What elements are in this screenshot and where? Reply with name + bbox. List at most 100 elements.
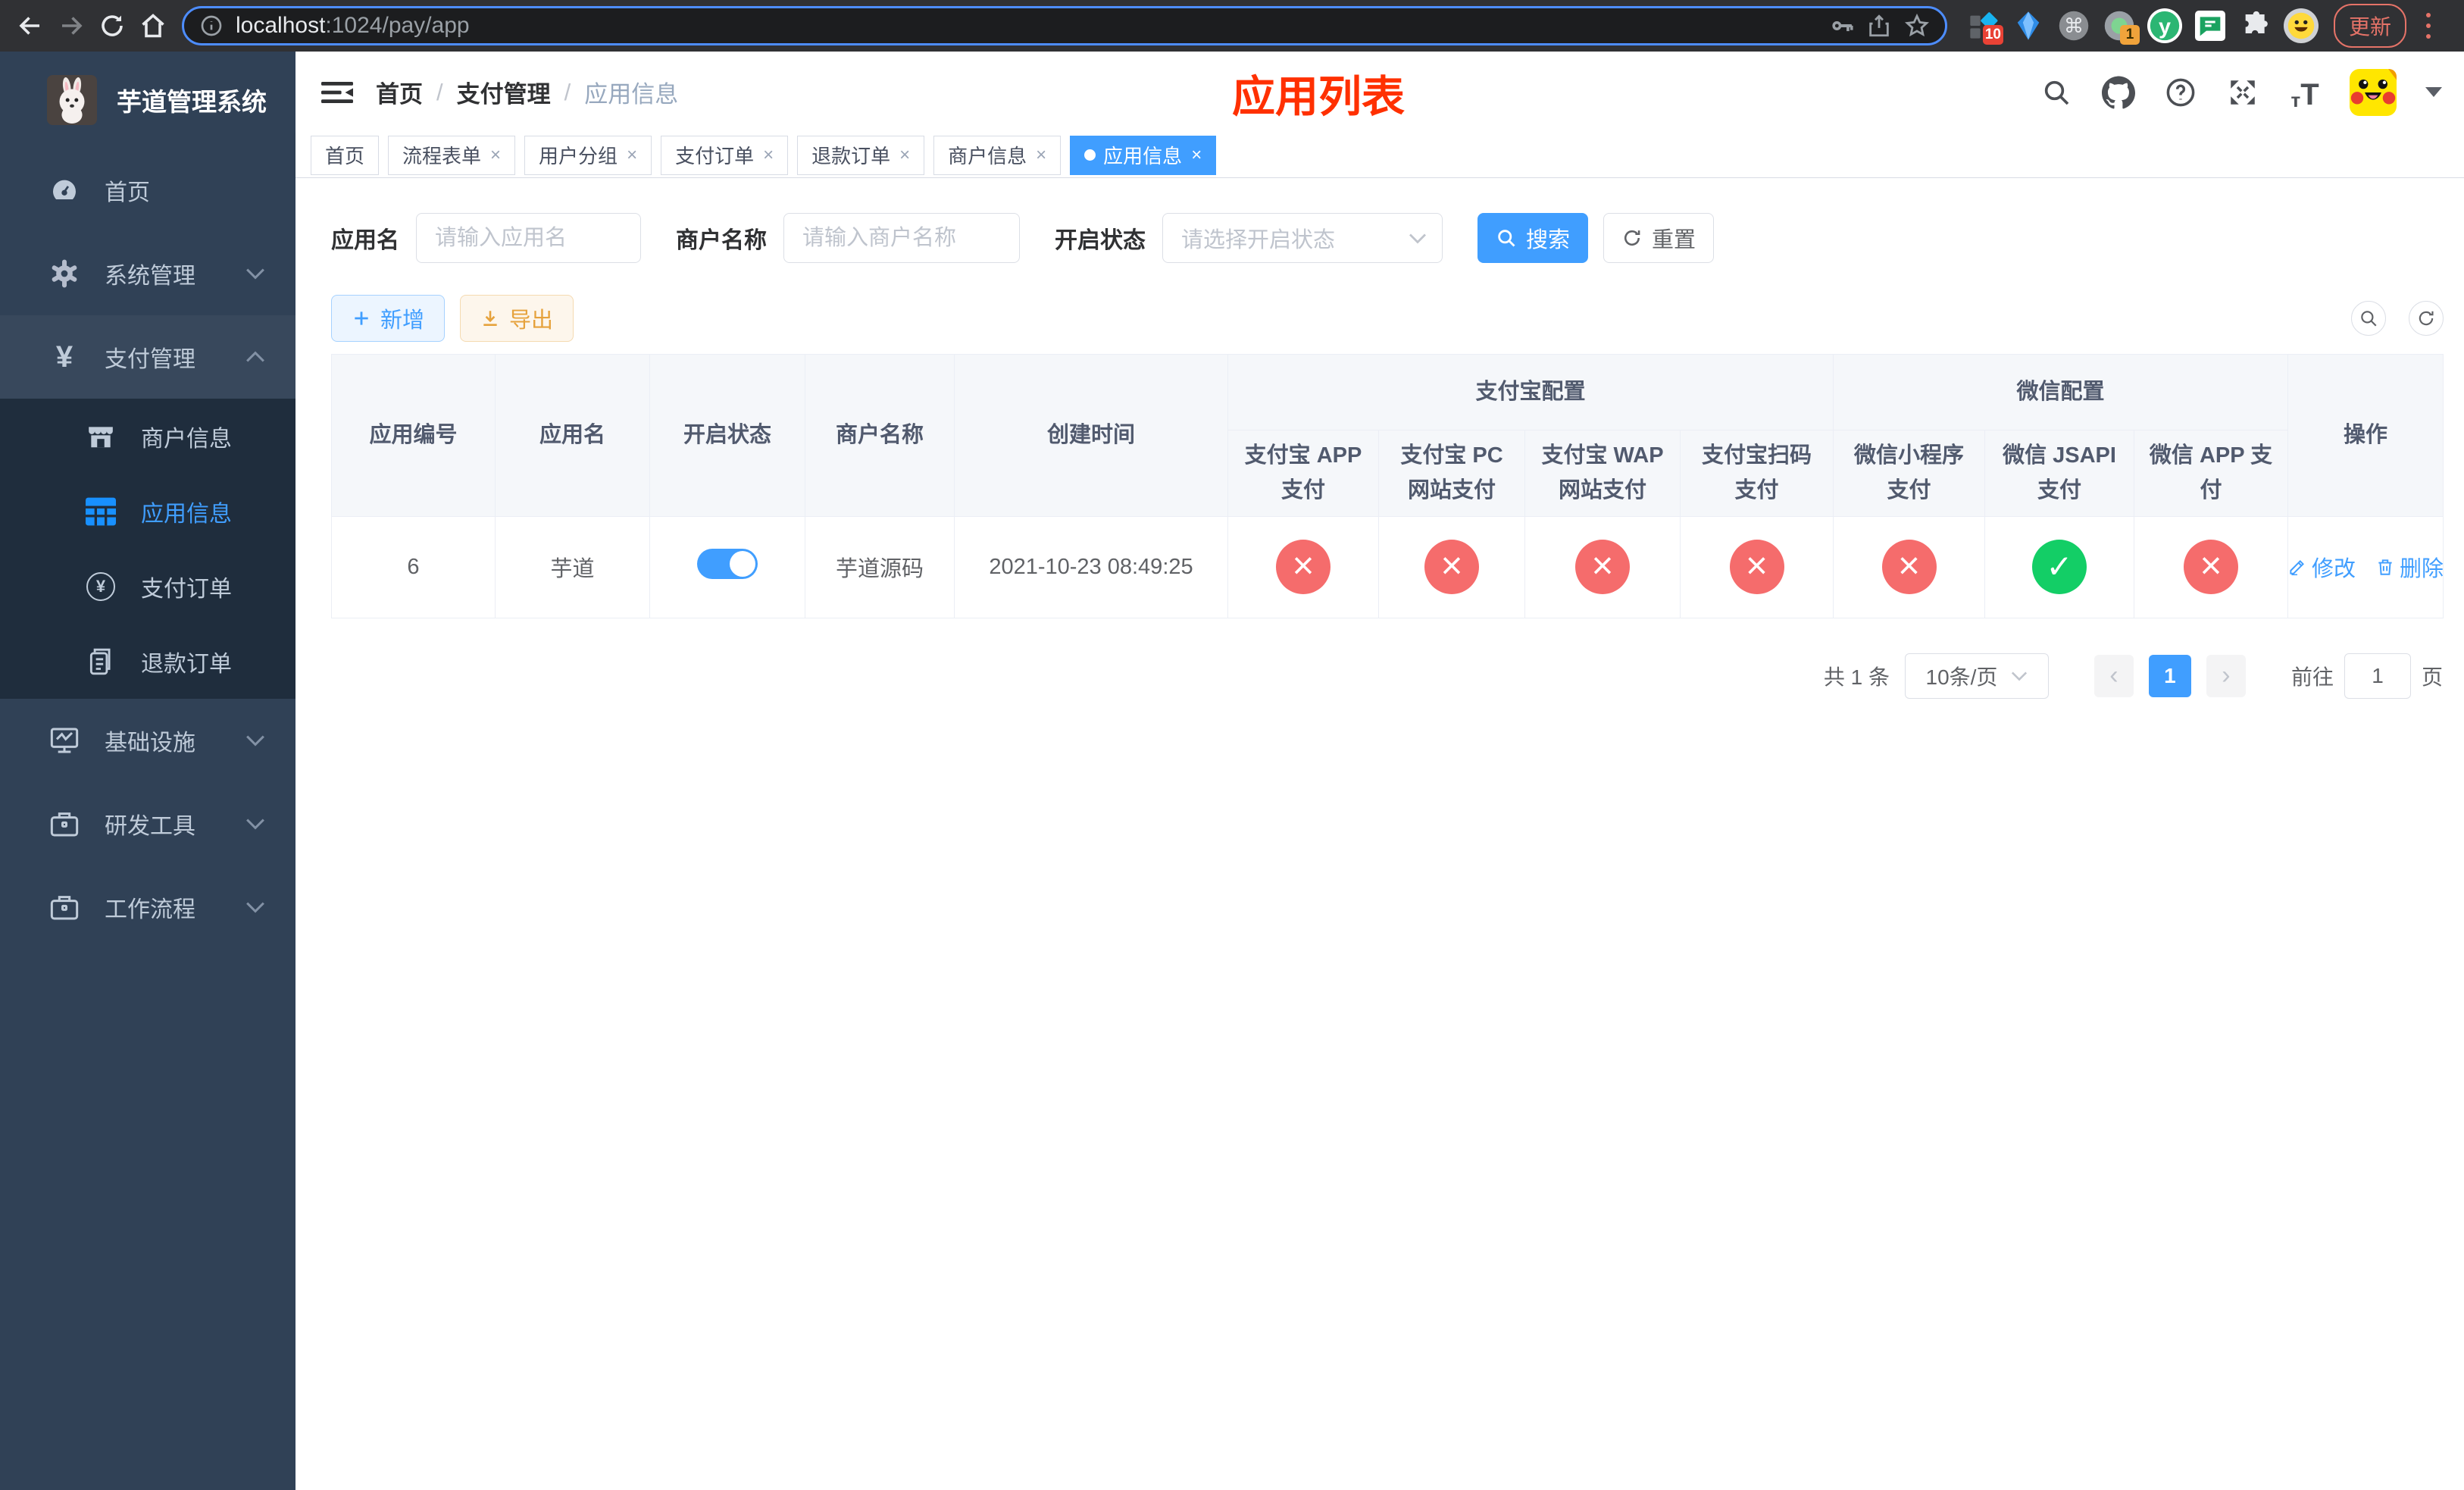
page-number-1[interactable]: 1 bbox=[2148, 654, 2191, 697]
back-icon[interactable] bbox=[12, 8, 48, 44]
reset-button[interactable]: 重置 bbox=[1603, 213, 1714, 263]
plus-icon bbox=[355, 311, 368, 325]
reload-icon[interactable] bbox=[94, 8, 130, 44]
col-group-alipay: 支付宝配置 bbox=[1227, 354, 1834, 430]
yen-circle-icon: ¥ bbox=[85, 571, 117, 601]
close-icon[interactable]: × bbox=[1191, 145, 1202, 166]
sidebar-item-pay-order[interactable]: ¥ 支付订单 bbox=[0, 549, 295, 624]
share-icon[interactable] bbox=[1866, 13, 1892, 39]
breadcrumb-separator: / bbox=[564, 78, 571, 105]
sidebar-item-label: 系统管理 bbox=[105, 264, 195, 289]
extension-gem-icon[interactable] bbox=[2011, 8, 2046, 43]
refresh-table-button[interactable] bbox=[2409, 301, 2444, 336]
chevron-down-icon bbox=[245, 901, 265, 913]
forward-icon[interactable] bbox=[53, 8, 89, 44]
extension-green-dot-icon[interactable]: 1 bbox=[2102, 8, 2140, 45]
extensions-puzzle-icon[interactable] bbox=[2238, 8, 2273, 43]
breadcrumb: 首页 / 支付管理 / 应用信息 bbox=[376, 75, 678, 109]
export-button[interactable]: 导出 bbox=[460, 295, 574, 342]
goto-page-input[interactable] bbox=[2344, 653, 2411, 699]
app-table: 应用编号 应用名 开启状态 商户名称 创建时间 支付宝配置 微信配置 操作 支付… bbox=[331, 354, 2444, 618]
col-wx-app: 微信 APP 支付 bbox=[2134, 430, 2289, 517]
key-icon[interactable] bbox=[1828, 13, 1854, 39]
prev-page-button[interactable]: ‹ bbox=[2093, 654, 2134, 697]
status-select[interactable]: 请选择开启状态 bbox=[1162, 213, 1443, 263]
sidebar-item-merchant-info[interactable]: 商户信息 bbox=[0, 399, 295, 474]
tab-merchant-info[interactable]: 商户信息 × bbox=[933, 135, 1062, 175]
tabs-bar: 首页 流程表单 × 用户分组 × 支付订单 × 退款订单 × 商户信息 × 应用信息 × bbox=[295, 133, 2464, 178]
tab-home[interactable]: 首页 bbox=[311, 135, 380, 175]
sidebar-item-home[interactable]: 首页 bbox=[0, 149, 295, 232]
caret-down-icon[interactable] bbox=[2425, 87, 2443, 97]
close-icon[interactable]: × bbox=[490, 145, 501, 166]
edit-link[interactable]: 修改 bbox=[2287, 551, 2356, 583]
total-count: 共 1 条 bbox=[1823, 665, 1890, 689]
font-size-icon[interactable]: тT bbox=[2287, 75, 2322, 110]
browser-update-button[interactable]: 更新 bbox=[2334, 4, 2407, 48]
document-icon bbox=[85, 647, 117, 676]
delete-link[interactable]: 删除 bbox=[2375, 551, 2444, 583]
tab-refund-order[interactable]: 退款订单 × bbox=[797, 135, 925, 175]
star-icon[interactable] bbox=[1904, 13, 1930, 39]
col-app-name: 应用名 bbox=[495, 354, 650, 517]
sidebar-collapse-icon[interactable] bbox=[318, 74, 356, 111]
page-size-select[interactable]: 10条/页 bbox=[1904, 653, 2049, 699]
url-text[interactable]: localhost:1024/pay/app bbox=[236, 13, 470, 39]
info-icon[interactable] bbox=[199, 14, 224, 38]
alipay-wap-status-icon bbox=[1575, 540, 1630, 595]
close-icon[interactable]: × bbox=[627, 145, 637, 166]
status-toggle[interactable] bbox=[697, 549, 758, 580]
extension-y-logo-icon[interactable]: y bbox=[2147, 8, 2182, 43]
user-avatar[interactable] bbox=[2350, 68, 2397, 116]
sidebar-logo: 芋道管理系统 bbox=[0, 52, 295, 149]
sidebar-item-infrastructure[interactable]: 基础设施 bbox=[0, 699, 295, 782]
tab-pay-order[interactable]: 支付订单 × bbox=[661, 135, 789, 175]
tab-process-form[interactable]: 流程表单 × bbox=[388, 135, 516, 175]
fullscreen-icon[interactable] bbox=[2225, 75, 2260, 110]
add-button[interactable]: 新增 bbox=[331, 295, 446, 342]
sidebar-item-app-info[interactable]: 应用信息 bbox=[0, 474, 295, 549]
search-icon[interactable] bbox=[2039, 75, 2074, 110]
sidebar-item-payment[interactable]: ¥ 支付管理 bbox=[0, 315, 295, 399]
address-bar[interactable]: localhost:1024/pay/app bbox=[182, 6, 1947, 45]
extension-chat-icon[interactable] bbox=[2193, 8, 2228, 43]
merchant-name-label: 商户名称 bbox=[676, 228, 767, 253]
close-icon[interactable]: × bbox=[899, 145, 910, 166]
sidebar-item-label: 基础设施 bbox=[105, 731, 195, 756]
help-icon[interactable] bbox=[2163, 75, 2198, 110]
briefcase-icon bbox=[48, 892, 80, 922]
edit-icon bbox=[2290, 560, 2304, 576]
chevron-down-icon bbox=[2012, 671, 2028, 681]
col-alipay-pc: 支付宝 PC 网站支付 bbox=[1378, 430, 1525, 517]
toggle-search-button[interactable] bbox=[2351, 301, 2387, 336]
col-app-id: 应用编号 bbox=[331, 354, 496, 517]
breadcrumb-payment[interactable]: 支付管理 bbox=[457, 75, 551, 109]
close-icon[interactable]: × bbox=[763, 145, 774, 166]
merchant-name-input[interactable] bbox=[783, 213, 1020, 263]
sidebar-item-dev-tools[interactable]: 研发工具 bbox=[0, 782, 295, 866]
close-icon[interactable]: × bbox=[1036, 145, 1046, 166]
sidebar-item-system[interactable]: 系统管理 bbox=[0, 232, 295, 315]
refresh-icon bbox=[2419, 311, 2434, 326]
col-created: 创建时间 bbox=[954, 354, 1228, 517]
extension-badge: 1 bbox=[2120, 25, 2140, 45]
cell-created: 2021-10-23 08:49:25 bbox=[954, 515, 1228, 618]
col-alipay-app: 支付宝 APP 支付 bbox=[1227, 430, 1379, 517]
sidebar-item-workflow[interactable]: 工作流程 bbox=[0, 866, 295, 949]
next-page-button[interactable]: › bbox=[2206, 654, 2246, 697]
breadcrumb-home[interactable]: 首页 bbox=[376, 75, 423, 109]
tab-user-group[interactable]: 用户分组 × bbox=[524, 135, 652, 175]
kebab-menu-icon[interactable] bbox=[2419, 10, 2438, 42]
tab-app-info[interactable]: 应用信息 × bbox=[1070, 135, 1217, 175]
sidebar-item-refund-order[interactable]: 退款订单 bbox=[0, 624, 295, 699]
home-icon[interactable] bbox=[135, 8, 171, 44]
extension-command-icon[interactable]: ⌘ bbox=[2056, 8, 2091, 43]
app-name-input[interactable] bbox=[416, 213, 641, 263]
search-button[interactable]: 搜索 bbox=[1477, 213, 1588, 263]
breadcrumb-separator: / bbox=[436, 78, 443, 105]
github-icon[interactable] bbox=[2101, 75, 2136, 110]
extension-blue-diamond-icon[interactable]: 10 bbox=[1965, 8, 2003, 45]
extension-emoji-avatar[interactable] bbox=[2284, 8, 2319, 43]
active-dot bbox=[1084, 149, 1096, 161]
table-row: 6 芋道 芋道源码 2021-10-23 08:49:25 × × × × × … bbox=[331, 515, 2444, 618]
